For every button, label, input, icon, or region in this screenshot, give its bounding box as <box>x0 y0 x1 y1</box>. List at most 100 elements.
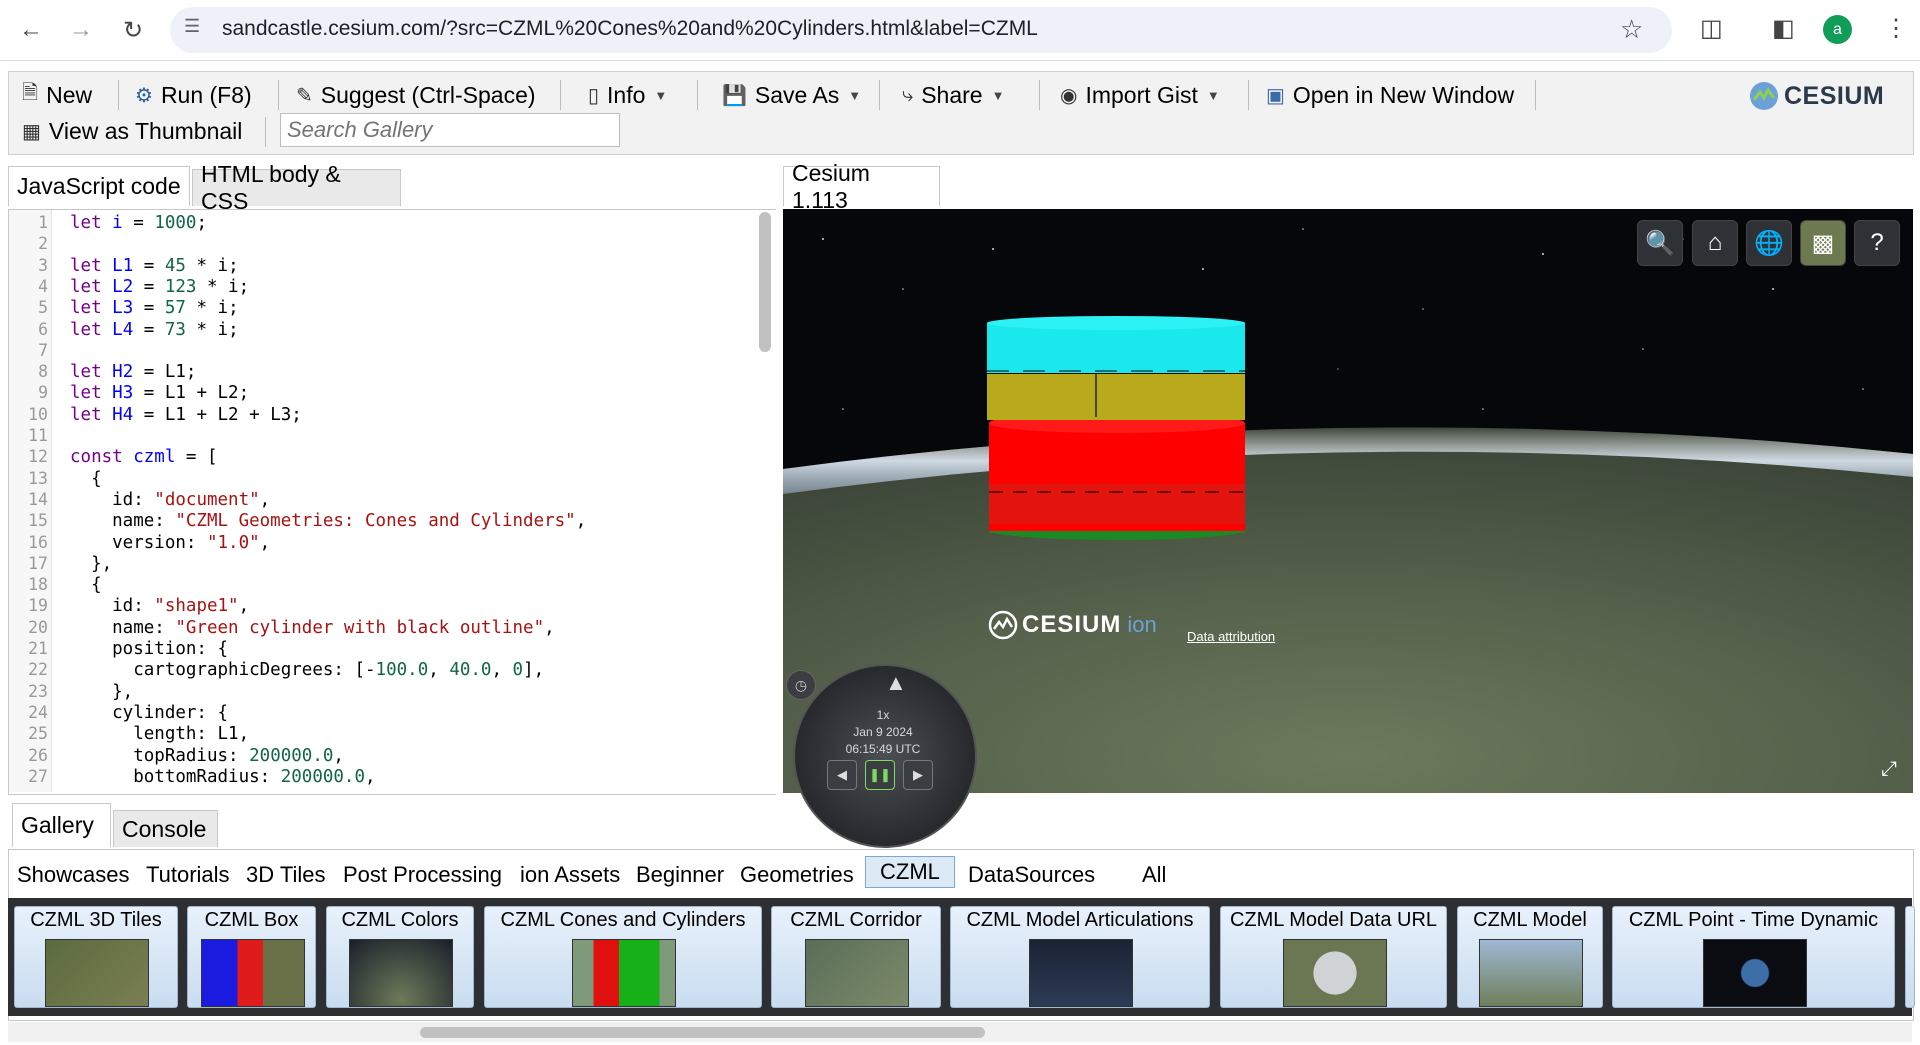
realtime-clock-icon[interactable]: ◷ <box>786 670 816 700</box>
category-showcases[interactable]: Showcases <box>17 862 130 888</box>
play-forward-icon[interactable]: ▶ <box>903 760 933 790</box>
play-reverse-icon[interactable]: ◀ <box>827 760 857 790</box>
code-line[interactable]: length: L1, <box>70 724 249 744</box>
save-as-dropdown[interactable]: 💾 Save As ▼ <box>722 80 861 110</box>
category-3d-tiles[interactable]: 3D Tiles <box>246 862 325 888</box>
category-geometries[interactable]: Geometries <box>740 862 854 888</box>
code-line[interactable]: }, <box>70 682 133 702</box>
toolbar-separator <box>1535 80 1536 110</box>
url-text[interactable]: sandcastle.cesium.com/?src=CZML%20Cones%… <box>222 17 1038 41</box>
save-as-label: Save As <box>754 81 840 108</box>
panel-splitter[interactable] <box>776 160 782 796</box>
code-line[interactable]: let L2 = 123 * i; <box>70 277 249 297</box>
code-line[interactable]: name: "CZML Geometries: Cones and Cylind… <box>70 511 586 531</box>
profile-avatar[interactable]: a <box>1823 15 1852 44</box>
category-czml[interactable]: CZML <box>865 856 955 888</box>
share-label: Share <box>921 81 983 108</box>
shuttle-ring-pointer-icon[interactable]: ▲ <box>885 670 907 696</box>
code-line[interactable]: cartographicDegrees: [-100.0, 40.0, 0], <box>70 660 544 680</box>
tab-cesium-viewer[interactable]: Cesium 1.113 <box>783 160 940 213</box>
line-number: 24 <box>28 702 48 722</box>
data-attribution-link[interactable]: Data attribution <box>1187 629 1275 644</box>
code-line[interactable]: let L4 = 73 * i; <box>70 320 239 340</box>
line-number: 6 <box>38 319 48 339</box>
reload-icon[interactable]: ↻ <box>115 12 151 48</box>
gallery-item-czml-colors[interactable]: CZML Colors <box>326 906 474 1008</box>
code-line[interactable]: let L1 = 45 * i; <box>70 256 239 276</box>
tab-gallery[interactable]: Gallery <box>12 803 111 847</box>
category-tutorials[interactable]: Tutorials <box>146 862 230 888</box>
code-line[interactable]: let i = 1000; <box>70 213 207 233</box>
open-new-window-button[interactable]: ▣ Open in New Window <box>1266 80 1514 110</box>
gallery-item-label: CZML Colors <box>341 909 459 931</box>
share-dropdown[interactable]: ⤷ Share ▼ <box>902 80 1004 110</box>
side-panel-icon[interactable]: ◧ <box>1772 14 1795 43</box>
code-line[interactable]: { <box>70 575 102 595</box>
code-line[interactable]: topRadius: 200000.0, <box>70 746 344 766</box>
new-button[interactable]: 🗎 New <box>22 80 92 110</box>
line-number: 23 <box>28 681 48 701</box>
editor-scrollbar[interactable] <box>759 212 771 352</box>
cesium-ion-logo[interactable]: CESIUM ion <box>988 610 1157 640</box>
tab-html-css[interactable]: HTML body & CSS <box>192 161 401 214</box>
gallery-item-czml-cones-cylinders[interactable]: CZML Cones and Cylinders <box>484 906 762 1008</box>
code-line[interactable]: { <box>70 469 102 489</box>
search-gallery-input[interactable] <box>280 113 620 147</box>
category-datasources[interactable]: DataSources <box>968 862 1095 888</box>
help-icon[interactable]: ? <box>1854 220 1900 266</box>
tab-javascript-code[interactable]: JavaScript code <box>8 166 190 206</box>
gallery-item-czml-model[interactable]: CZML Model <box>1457 906 1603 1008</box>
view-thumbnail-button[interactable]: ▦ View as Thumbnail <box>22 116 242 146</box>
gallery-item-czml-3d-tiles[interactable]: CZML 3D Tiles <box>14 906 178 1008</box>
code-line[interactable]: position: { <box>70 639 228 659</box>
code-line[interactable]: id: "shape1", <box>70 596 249 616</box>
run-icon: ⚙ <box>135 84 153 107</box>
extensions-icon[interactable]: ◫ <box>1700 14 1723 43</box>
browser-menu-icon[interactable]: ⋮ <box>1884 14 1908 43</box>
run-button[interactable]: ⚙ Run (F8) <box>135 80 252 110</box>
gallery-item-czml-point-time-dynamic[interactable]: CZML Point - Time Dynamic <box>1612 906 1895 1008</box>
gallery-item-czml-model-data-url[interactable]: CZML Model Data URL <box>1220 906 1447 1008</box>
back-icon[interactable]: ← <box>13 12 49 48</box>
geocoder-search-icon[interactable]: 🔍 <box>1637 220 1683 266</box>
pause-icon[interactable]: ❚❚ <box>865 760 895 790</box>
gallery-item-partial[interactable] <box>1905 906 1915 1008</box>
category-all[interactable]: All <box>1142 862 1166 888</box>
code-line[interactable]: name: "Green cylinder with black outline… <box>70 618 555 638</box>
code-line[interactable]: bottomRadius: 200000.0, <box>70 767 375 787</box>
category-post-processing[interactable]: Post Processing <box>343 862 502 888</box>
code-line[interactable]: const czml = [ <box>70 447 218 467</box>
toolbar-separator <box>278 80 279 110</box>
import-gist-dropdown[interactable]: ◉ Import Gist ▼ <box>1060 80 1220 110</box>
globe-icon[interactable]: 🌐 <box>1746 220 1792 266</box>
animation-speed: 1x <box>876 708 890 722</box>
code-line[interactable]: let L3 = 57 * i; <box>70 298 239 318</box>
category-beginner[interactable]: Beginner <box>636 862 724 888</box>
gallery-item-czml-model-articulations[interactable]: CZML Model Articulations <box>950 906 1210 1008</box>
info-dropdown[interactable]: ▯ Info ▼ <box>588 80 667 110</box>
gallery-item-czml-corridor[interactable]: CZML Corridor <box>771 906 941 1008</box>
gallery-thumbnail-image <box>1029 939 1133 1007</box>
new-label: New <box>46 81 93 108</box>
tab-console[interactable]: Console <box>113 810 218 847</box>
code-line[interactable]: cylinder: { <box>70 703 228 723</box>
code-line[interactable]: id: "document", <box>70 490 270 510</box>
line-number: 14 <box>28 489 48 509</box>
line-number: 12 <box>28 447 48 467</box>
code-lines[interactable]: 1 let i = 1000; 2 3 let L1 = 45 * i; 4 let L2 … <box>8 213 748 791</box>
code-line[interactable]: let H2 = L1; <box>70 362 196 382</box>
suggest-button[interactable]: ✎ Suggest (Ctrl-Space) <box>296 80 536 110</box>
base-layer-picker-icon[interactable]: ▩ <box>1800 220 1846 266</box>
gallery-item-czml-box[interactable]: CZML Box <box>187 906 316 1008</box>
code-line[interactable]: }, <box>70 554 112 574</box>
site-info-icon[interactable]: ☰ <box>184 16 210 42</box>
fullscreen-icon[interactable]: ⤢ <box>1872 752 1906 786</box>
gallery-scrollbar-thumb[interactable] <box>420 1027 985 1038</box>
forward-icon[interactable]: → <box>63 12 99 48</box>
code-line[interactable]: let H4 = L1 + L2 + L3; <box>70 405 302 425</box>
home-icon[interactable]: ⌂ <box>1692 220 1738 266</box>
bookmark-star-icon[interactable]: ☆ <box>1620 14 1643 45</box>
code-line[interactable]: version: "1.0", <box>70 533 270 553</box>
category-ion-assets[interactable]: ion Assets <box>520 862 620 888</box>
code-line[interactable]: let H3 = L1 + L2; <box>70 383 249 403</box>
